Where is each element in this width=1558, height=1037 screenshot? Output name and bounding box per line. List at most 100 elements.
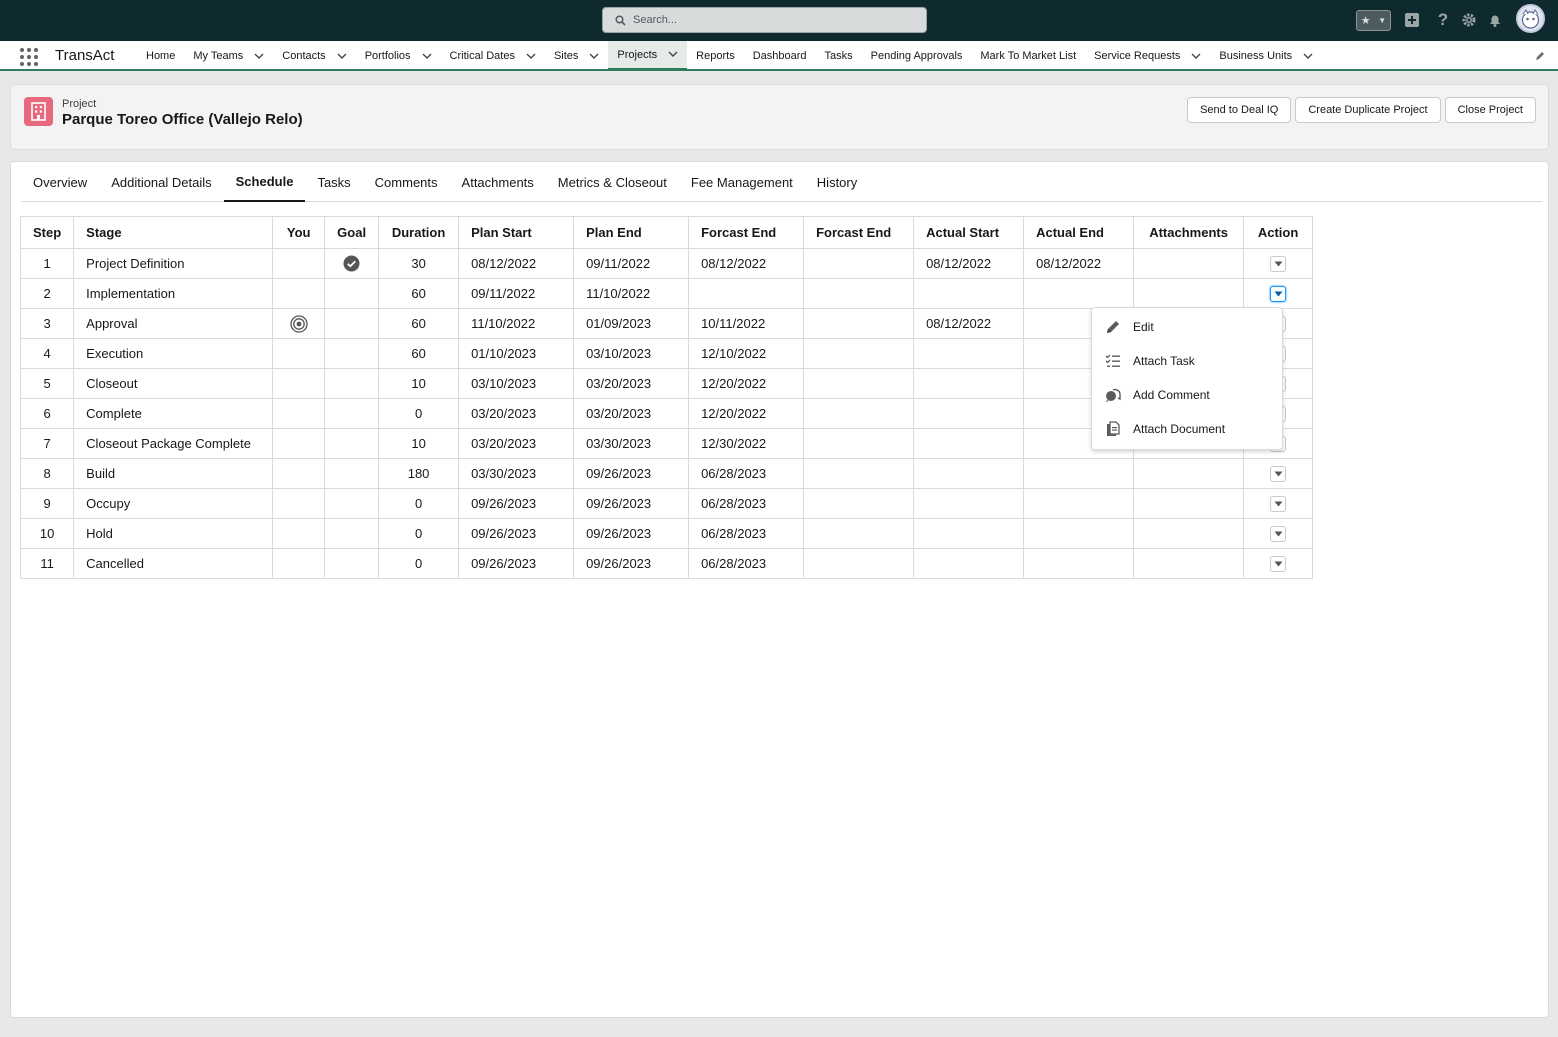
cell-goal [324, 308, 380, 339]
cell-action [1243, 458, 1314, 489]
cell-action [1243, 548, 1314, 579]
menu-item-add-comment[interactable]: Add Comment [1092, 378, 1282, 412]
nav-item-label: Mark To Market List [980, 50, 1077, 62]
user-avatar[interactable] [1516, 4, 1545, 33]
tab-additional-details[interactable]: Additional Details [99, 162, 223, 202]
cell-forecast-end-2 [803, 548, 915, 579]
cell-plan-start: 09/11/2022 [458, 278, 575, 309]
chevron-down-icon[interactable] [422, 51, 432, 61]
row-action-dropdown-button[interactable] [1270, 255, 1287, 272]
row-action-dropdown-button[interactable] [1270, 525, 1287, 542]
tab-tasks[interactable]: Tasks [305, 162, 362, 202]
tab-history[interactable]: History [805, 162, 869, 202]
chevron-down-icon[interactable] [668, 50, 678, 60]
nav-item-portfolios[interactable]: Portfolios [356, 41, 441, 71]
nav-item-dashboard[interactable]: Dashboard [744, 41, 816, 71]
chevron-down-icon[interactable] [1191, 51, 1201, 61]
cell-forecast-end: 06/28/2023 [688, 518, 805, 549]
tab-comments[interactable]: Comments [363, 162, 450, 202]
nav-item-label: Critical Dates [449, 50, 515, 62]
app-launcher-icon[interactable] [20, 48, 38, 66]
row-action-dropdown-button[interactable] [1270, 495, 1287, 512]
search-placeholder: Search... [633, 14, 678, 26]
tab-overview[interactable]: Overview [21, 162, 99, 202]
tab-fee-management[interactable]: Fee Management [679, 162, 805, 202]
nav-item-home[interactable]: Home [137, 41, 184, 71]
chevron-down-icon [1274, 501, 1283, 507]
cell-step: 11 [19, 548, 75, 579]
column-header-goal: Goal [324, 216, 380, 249]
chevron-down-icon [1274, 291, 1283, 297]
cell-actual-start [913, 278, 1025, 309]
nav-item-projects[interactable]: Projects [608, 41, 688, 71]
nav-item-sites[interactable]: Sites [545, 41, 608, 71]
tab-attachments[interactable]: Attachments [450, 162, 546, 202]
cell-duration: 0 [378, 398, 460, 429]
nav-item-reports[interactable]: Reports [687, 41, 744, 71]
cell-stage: Approval [73, 308, 274, 339]
notification-bell-icon[interactable] [1485, 10, 1505, 30]
nav-item-label: Contacts [282, 50, 326, 62]
nav-item-service-requests[interactable]: Service Requests [1085, 41, 1210, 71]
cell-you [272, 368, 326, 399]
chevron-down-icon[interactable] [1303, 51, 1313, 61]
tab-schedule[interactable]: Schedule [223, 162, 306, 202]
cell-actual-end: 08/12/2022 [1023, 248, 1135, 279]
help-icon[interactable]: ? [1433, 10, 1453, 30]
app-name: TransAct [55, 47, 115, 64]
chevron-down-icon[interactable] [589, 51, 599, 61]
create-duplicate-project-button[interactable]: Create Duplicate Project [1295, 97, 1441, 123]
nav-item-tasks[interactable]: Tasks [816, 41, 862, 71]
cell-plan-start: 08/12/2022 [458, 248, 575, 279]
chevron-down-icon[interactable] [337, 51, 347, 61]
row-action-dropdown-button[interactable] [1270, 285, 1287, 302]
chevron-down-icon[interactable] [254, 51, 264, 61]
menu-item-label: Edit [1133, 320, 1154, 334]
cell-plan-end: 03/10/2023 [573, 338, 690, 369]
cell-forecast-end: 12/20/2022 [688, 398, 805, 429]
column-header-actual-end: Actual End [1023, 216, 1135, 249]
nav-item-mark-to-market-list[interactable]: Mark To Market List [971, 41, 1085, 71]
menu-item-edit[interactable]: Edit [1092, 310, 1282, 344]
nav-item-pending-approvals[interactable]: Pending Approvals [862, 41, 972, 71]
tab-metrics-closeout[interactable]: Metrics & Closeout [546, 162, 679, 202]
column-header-stage: Stage [73, 216, 274, 249]
nav-item-contacts[interactable]: Contacts [273, 41, 355, 71]
cell-goal [324, 368, 380, 399]
chevron-down-icon[interactable] [526, 51, 536, 61]
cell-forecast-end-2 [803, 368, 915, 399]
cell-duration: 30 [378, 248, 460, 279]
cell-forecast-end-2 [803, 308, 915, 339]
setup-gear-icon[interactable] [1459, 10, 1479, 30]
nav-item-critical-dates[interactable]: Critical Dates [441, 41, 545, 71]
row-action-dropdown-button[interactable] [1270, 465, 1287, 482]
cell-actual-start [913, 488, 1025, 519]
cell-plan-end: 03/30/2023 [573, 428, 690, 459]
cell-attachments [1133, 458, 1245, 489]
cell-actual-start [913, 548, 1025, 579]
cell-step: 7 [19, 428, 75, 459]
nav-item-my-teams[interactable]: My Teams [184, 41, 273, 71]
row-action-dropdown-button[interactable] [1270, 555, 1287, 572]
add-icon[interactable] [1402, 10, 1422, 30]
favorites-button[interactable]: ★ ▼ [1356, 10, 1391, 31]
cell-plan-end: 03/20/2023 [573, 398, 690, 429]
cell-attachments [1133, 248, 1245, 279]
cell-stage: Implementation [73, 278, 274, 309]
global-search-input[interactable]: Search... [602, 7, 927, 33]
cell-actual-end [1023, 518, 1135, 549]
send-to-deal-iq-button[interactable]: Send to Deal IQ [1187, 97, 1292, 123]
column-header-plan-end: Plan End [573, 216, 690, 249]
cell-goal [324, 278, 380, 309]
menu-item-attach-document[interactable]: Attach Document [1092, 412, 1282, 446]
nav-item-label: Dashboard [752, 50, 807, 62]
nav-item-business-units[interactable]: Business Units [1210, 41, 1322, 71]
cell-stage: Cancelled [73, 548, 274, 579]
cell-stage: Occupy [73, 488, 274, 519]
menu-item-attach-task[interactable]: Attach Task [1092, 344, 1282, 378]
close-project-button[interactable]: Close Project [1444, 97, 1536, 123]
edit-nav-pencil-icon[interactable] [1534, 50, 1546, 65]
cell-you [272, 548, 326, 579]
cell-attachments [1133, 278, 1245, 309]
cell-attachments [1133, 548, 1245, 579]
